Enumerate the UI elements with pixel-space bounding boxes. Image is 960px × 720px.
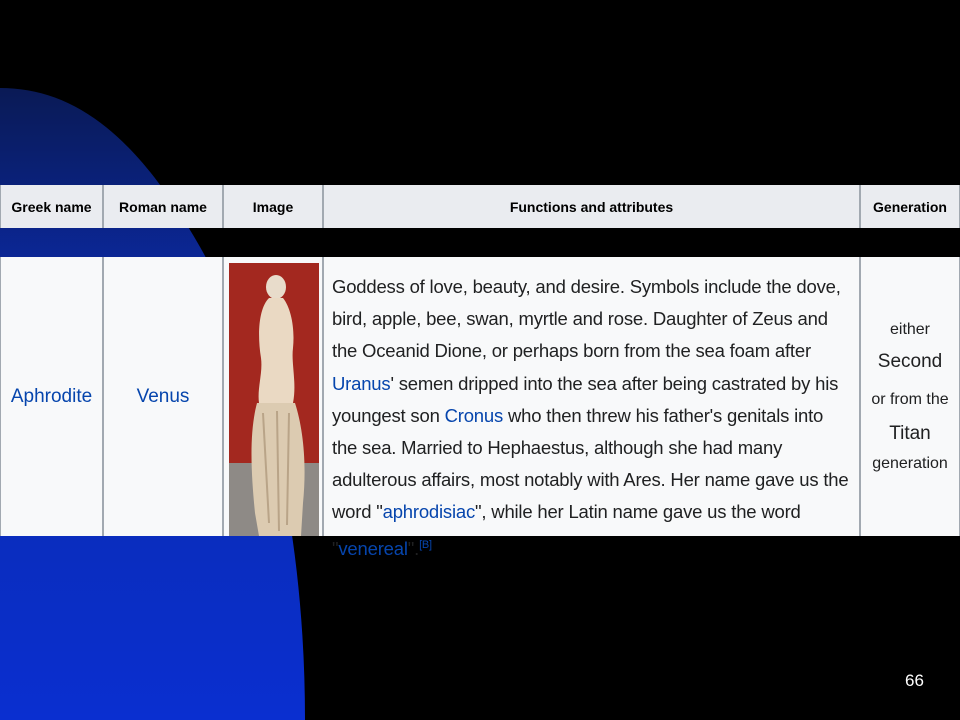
reference-b[interactable]: [B] <box>419 539 432 551</box>
gen-line-4: Titan <box>889 422 931 444</box>
link-aphrodisiac[interactable]: aphrodisiac <box>383 501 476 522</box>
gen-line-2: Second <box>877 350 943 372</box>
desc-text-1: Goddess of love, beauty, and desire. Sym… <box>332 276 841 362</box>
header-image: Image <box>223 185 323 228</box>
header-functions-attributes: Functions and attributes <box>323 185 860 228</box>
link-aphrodite[interactable]: Aphrodite <box>11 386 92 408</box>
gen-line-1: either <box>889 320 931 338</box>
link-cronus[interactable]: Cronus <box>445 405 504 426</box>
link-uranus[interactable]: Uranus <box>332 373 391 394</box>
header-roman-name: Roman name <box>103 185 223 228</box>
header-generation: Generation <box>860 185 960 228</box>
slide-number: 66 <box>905 671 924 690</box>
table-header-row: Greek name Roman name Image Functions an… <box>0 185 960 228</box>
gen-line-5: generation <box>872 454 948 472</box>
cell-image <box>223 257 323 536</box>
table-row: Aphrodite Venus Goddess of love, beauty,… <box>0 257 960 559</box>
cell-roman-name: Venus <box>103 257 223 536</box>
gen-line-3: or from the <box>871 390 949 408</box>
cell-greek-name: Aphrodite <box>0 257 103 536</box>
link-venereal[interactable]: venereal <box>338 538 408 559</box>
header-greek-name: Greek name <box>0 185 103 228</box>
desc-text-5: ". <box>407 537 420 559</box>
aphrodite-statue-image[interactable] <box>229 263 319 536</box>
cell-description: Goddess of love, beauty, and desire. Sym… <box>323 257 860 559</box>
cell-generation: either Second or from the Titan generati… <box>860 257 960 536</box>
link-venus[interactable]: Venus <box>137 386 190 408</box>
